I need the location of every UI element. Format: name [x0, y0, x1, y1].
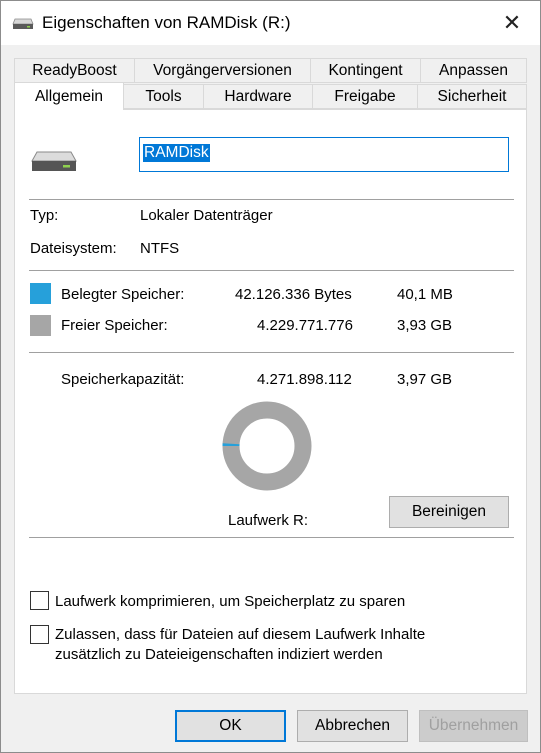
separator [29, 537, 514, 538]
used-space-size: 40,1 MB [397, 286, 453, 303]
window-title: Eigenschaften von RAMDisk (R:) [42, 13, 291, 32]
separator [29, 199, 514, 200]
tab-readyboost[interactable]: ReadyBoost [14, 58, 135, 83]
title-bar: Eigenschaften von RAMDisk (R:) ✕ [1, 1, 540, 45]
filesystem-value: NTFS [140, 240, 180, 257]
drive-name-input[interactable]: RAMDisk [139, 137, 509, 172]
tab-vorgaengerversionen[interactable]: Vorgängerversionen [134, 58, 311, 83]
capacity-bytes: 4.271.898.112 [257, 371, 352, 388]
compress-checkbox[interactable] [30, 591, 49, 610]
tab-hardware[interactable]: Hardware [203, 84, 313, 109]
index-checkbox[interactable] [30, 625, 49, 644]
separator [29, 352, 514, 353]
compress-label[interactable]: Laufwerk komprimieren, um Speicherplatz … [55, 593, 405, 610]
free-space-label: Freier Speicher: [61, 317, 168, 334]
tab-sicherheit[interactable]: Sicherheit [417, 84, 527, 109]
free-space-arc [222, 401, 312, 491]
cancel-button[interactable]: Abbrechen [297, 710, 408, 742]
capacity-label: Speicherkapazität: [61, 371, 185, 388]
index-label-line2[interactable]: zusätzlich zu Dateieigenschaften indizie… [55, 646, 383, 663]
cleanup-button[interactable]: Bereinigen [389, 496, 509, 528]
free-space-swatch [30, 315, 51, 336]
index-label-line1[interactable]: Zulassen, dass für Dateien auf diesem La… [55, 626, 425, 643]
tab-allgemein[interactable]: Allgemein [14, 82, 124, 110]
tab-freigabe[interactable]: Freigabe [312, 84, 418, 109]
type-value: Lokaler Datenträger [140, 207, 273, 224]
drive-name-value: RAMDisk [143, 144, 210, 162]
tab-anpassen[interactable]: Anpassen [420, 58, 527, 83]
disk-usage-donut [222, 401, 312, 491]
tab-tools[interactable]: Tools [123, 84, 204, 109]
close-icon: ✕ [502, 10, 522, 35]
filesystem-label: Dateisystem: [30, 240, 117, 257]
drive-letter-label: Laufwerk R: [228, 512, 309, 529]
used-space-bytes: 42.126.336 Bytes [235, 286, 352, 303]
drive-icon [12, 18, 34, 29]
free-space-size: 3,93 GB [397, 317, 453, 334]
close-button[interactable]: ✕ [493, 7, 531, 39]
properties-window: Eigenschaften von RAMDisk (R:) ✕ ReadyBo… [0, 0, 541, 753]
type-label: Typ: [30, 207, 59, 224]
drive-icon [31, 151, 77, 171]
tab-kontingent[interactable]: Kontingent [310, 58, 421, 83]
ok-button[interactable]: OK [175, 710, 286, 742]
free-space-bytes: 4.229.771.776 [257, 317, 353, 334]
capacity-size: 3,97 GB [397, 371, 453, 388]
used-space-label: Belegter Speicher: [61, 286, 185, 303]
apply-button[interactable]: Übernehmen [419, 710, 528, 742]
used-space-swatch [30, 283, 51, 304]
separator [29, 270, 514, 271]
